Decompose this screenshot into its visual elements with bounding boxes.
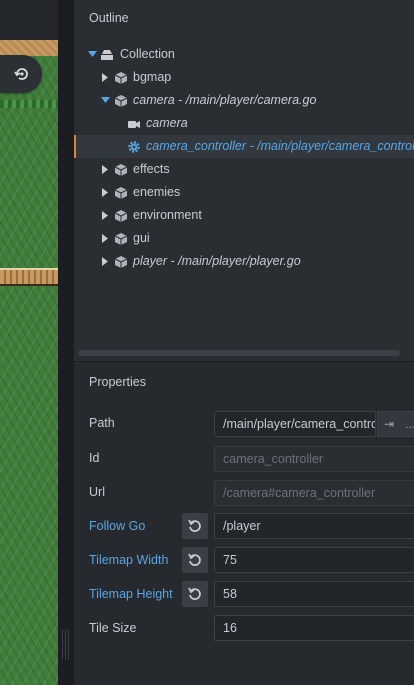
collapsed-arrow-icon[interactable] <box>100 181 110 204</box>
reset-icon <box>188 587 201 600</box>
follow-go-reset-button[interactable] <box>182 513 208 539</box>
rotate-view-icon <box>14 68 28 80</box>
tile-size-field[interactable]: 16 <box>214 615 414 641</box>
tilemap-height-label: Tilemap Height <box>89 587 173 601</box>
tree-item-label: camera - /main/player/camera.go <box>133 93 317 107</box>
tree-item-camera-component[interactable]: camera <box>74 112 414 135</box>
follow-go-label: Follow Go <box>89 519 146 533</box>
collapsed-arrow-icon[interactable] <box>100 227 110 250</box>
tree-item-label: camera_controller - /main/player/camera_… <box>146 139 414 153</box>
tree-item-label: camera <box>146 116 188 130</box>
script-gear-icon <box>128 141 140 153</box>
panel-splitter[interactable] <box>58 0 74 685</box>
collapsed-arrow-icon[interactable] <box>100 158 110 181</box>
game-object-icon <box>114 233 128 245</box>
url-label: Url <box>89 485 105 499</box>
tree-item-enemies[interactable]: enemies <box>74 181 414 204</box>
follow-go-field[interactable]: /player <box>214 513 414 539</box>
tree-item-camera-controller[interactable]: camera_controller - /main/player/camera_… <box>74 135 414 158</box>
tilemap-height-reset-button[interactable] <box>182 581 208 607</box>
tree-item-label: environment <box>133 208 202 222</box>
expand-arrow-icon[interactable] <box>100 89 110 112</box>
id-field: camera_controller <box>214 446 414 472</box>
tree-item-gui[interactable]: gui <box>74 227 414 250</box>
tree-item-label: enemies <box>133 185 181 199</box>
inspector-panel: Outline Collection bgmap camera - /main/… <box>74 0 414 685</box>
outline-title: Outline <box>89 11 129 25</box>
tilemap-width-reset-button[interactable] <box>182 547 208 573</box>
tile-grass-edge <box>0 100 58 108</box>
tilemap-width-label: Tilemap Width <box>89 553 169 567</box>
reset-icon <box>188 519 201 532</box>
tree-item-player[interactable]: player - /main/player/player.go <box>74 250 414 273</box>
tree-item-environment[interactable]: environment <box>74 204 414 227</box>
game-object-icon <box>114 187 128 199</box>
url-field: /camera#camera_controller <box>214 480 414 506</box>
collection-icon <box>101 50 113 60</box>
tree-item-label: effects <box>133 162 170 176</box>
tile-size-label: Tile Size <box>89 621 137 635</box>
tilemap-height-field[interactable]: 58 <box>214 581 414 607</box>
game-object-icon <box>114 95 128 107</box>
expand-arrow-icon[interactable] <box>87 43 97 66</box>
path-field[interactable]: /main/player/camera_controller <box>214 411 376 437</box>
game-object-icon <box>114 210 128 222</box>
more-options-button[interactable]: ... <box>405 412 414 436</box>
tree-item-bgmap[interactable]: bgmap <box>74 66 414 89</box>
tree-item-label: Collection <box>120 47 175 61</box>
tile-path-strip <box>0 268 58 286</box>
path-label: Path <box>89 416 115 430</box>
collapsed-arrow-icon[interactable] <box>100 204 110 227</box>
tree-item-collection[interactable]: Collection <box>74 43 414 66</box>
camera-icon <box>128 121 140 128</box>
tree-item-label: player - /main/player/player.go <box>133 254 301 268</box>
go-to-file-button[interactable]: ⇥ <box>384 412 394 436</box>
properties-title: Properties <box>89 375 146 389</box>
outline-horizontal-scrollbar[interactable] <box>78 350 400 356</box>
collapsed-arrow-icon[interactable] <box>100 250 110 273</box>
tree-item-label: gui <box>133 231 150 245</box>
tree-item-effects[interactable]: effects <box>74 158 414 181</box>
splitter-grip[interactable] <box>62 630 70 660</box>
path-actions: ⇥ ... <box>377 411 414 437</box>
game-object-icon <box>114 72 128 84</box>
game-object-icon <box>114 164 128 176</box>
game-object-icon <box>114 256 128 268</box>
tilemap-width-field[interactable]: 75 <box>214 547 414 573</box>
tree-item-camera-go[interactable]: camera - /main/player/camera.go <box>74 89 414 112</box>
reset-icon <box>188 553 201 566</box>
camera-mode-button[interactable] <box>0 55 42 93</box>
tree-item-label: bgmap <box>133 70 172 84</box>
scene-viewport[interactable] <box>0 0 58 685</box>
id-label: Id <box>89 451 100 465</box>
collapsed-arrow-icon[interactable] <box>100 66 110 89</box>
tile-grass <box>0 56 58 685</box>
